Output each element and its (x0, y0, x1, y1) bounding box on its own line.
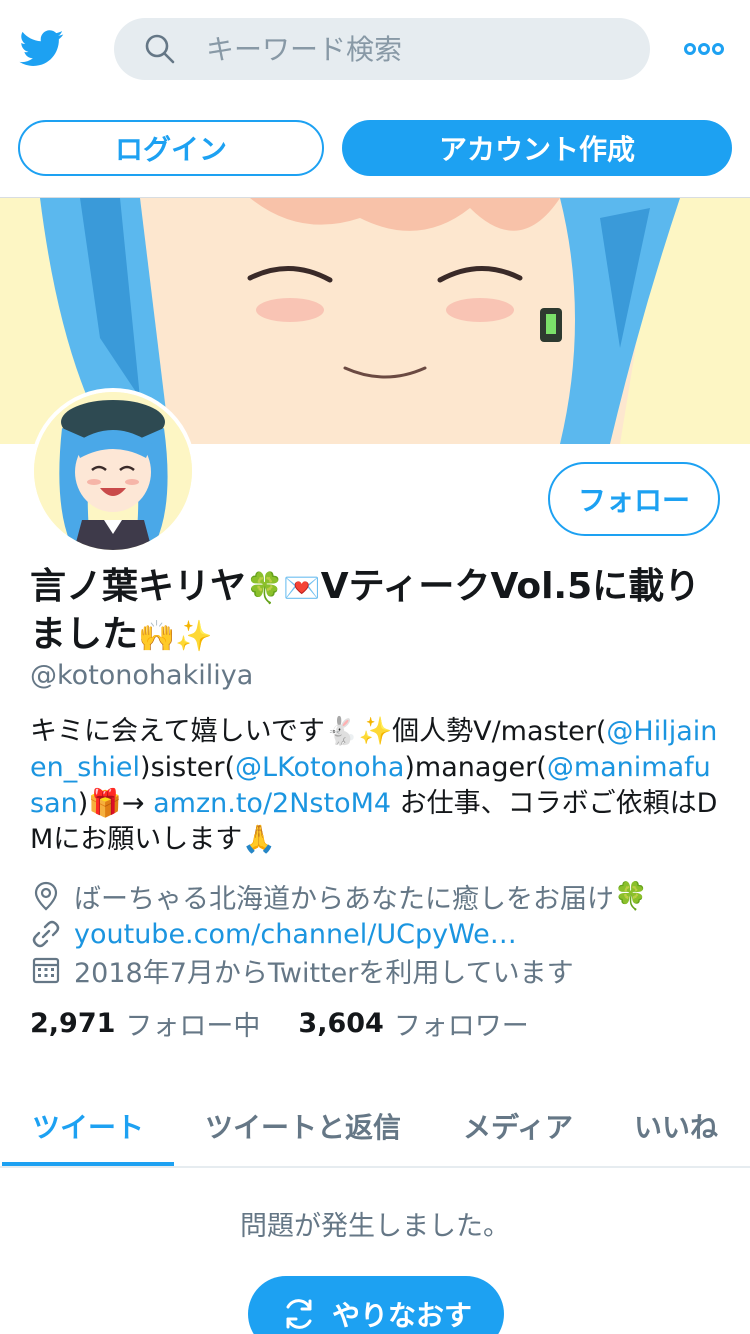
retry-button[interactable]: やりなおす (248, 1276, 504, 1334)
search-input[interactable] (206, 18, 626, 80)
name-text: Vティーク (320, 566, 491, 607)
profile-tabs: ツイート ツイートと返信 メディア いいね (0, 1084, 750, 1168)
url-link[interactable]: amzn.to/2NstoM4 (153, 788, 391, 819)
followers-stat[interactable]: 3,604 フォロワー (298, 1004, 528, 1043)
followers-label: フォロワー (393, 1011, 529, 1042)
name-text: 言ノ葉キリヤ (30, 566, 247, 607)
profile-bio: キミに会えて嬉しいです🐇✨個人勢V/master(@Hiljainen_shie… (30, 714, 720, 858)
following-stat[interactable]: 2,971 フォロー中 (30, 1004, 260, 1043)
tab-likes[interactable]: いいね (620, 1084, 732, 1168)
top-bar (0, 0, 750, 98)
tab-tweets[interactable]: ツイート (2, 1084, 174, 1168)
following-label: フォロー中 (125, 1011, 261, 1042)
follow-button[interactable]: フォロー (548, 462, 720, 536)
location-pin-icon (34, 881, 58, 911)
bio-text: ) (77, 788, 89, 819)
profile-name: 言ノ葉キリヤ🍀💌VティークVol.5に載りました🙌✨ (30, 564, 720, 660)
bio-text: 個人勢V/master( (392, 716, 607, 747)
mention-link[interactable]: @LKotonoha (235, 752, 404, 783)
gift-icon: 🎁 (88, 788, 122, 819)
more-options-icon[interactable] (684, 38, 724, 60)
bio-text: キミに会えて嬉しいです (30, 716, 325, 747)
link-icon (32, 920, 60, 948)
twitter-bird-logo-icon[interactable] (18, 26, 66, 70)
login-button[interactable]: ログイン (18, 120, 324, 176)
tab-media[interactable]: メディア (440, 1084, 596, 1168)
bio-text: )manager( (404, 752, 547, 783)
active-tab-indicator (2, 1162, 174, 1166)
profile-stats: 2,971 フォロー中 3,604 フォロワー (30, 1004, 567, 1043)
tab-tweets-and-replies[interactable]: ツイートと返信 (190, 1084, 416, 1168)
bio-text: )sister( (140, 752, 236, 783)
avatar[interactable] (30, 388, 196, 554)
sparkles-icon: ✨ (175, 619, 213, 654)
love-letter-icon: 💌 (283, 571, 321, 606)
bio-text: → (121, 788, 154, 819)
auth-bar: ログイン アカウント作成 (0, 98, 750, 198)
following-count: 2,971 (30, 1008, 116, 1039)
calendar-icon (32, 957, 60, 984)
location-text: ばーちゃる北海道からあなたに癒しをお届け (74, 883, 614, 915)
four-leaf-clover-icon: 🍀 (246, 571, 284, 606)
profile-website: youtube.com/channel/UCpyWe… (30, 916, 720, 952)
raising-hands-icon: 🙌 (138, 619, 176, 654)
profile-joined: 2018年7月からTwitterを利用しています (30, 952, 720, 989)
search-icon (145, 34, 175, 64)
profile-location: ばーちゃる北海道からあなたに癒しをお届け 🍀 (30, 878, 720, 915)
search-box[interactable] (114, 18, 650, 80)
refresh-icon (286, 1299, 312, 1329)
retry-label: やりなおす (331, 1299, 472, 1332)
sparkles-icon: ✨ (358, 716, 393, 747)
profile-handle: @kotonohakiliya (30, 660, 254, 691)
signup-button[interactable]: アカウント作成 (342, 120, 732, 176)
followers-count: 3,604 (298, 1008, 384, 1039)
error-message: 問題が発生しました。 (240, 1211, 510, 1242)
website-link[interactable]: youtube.com/channel/UCpyWe… (74, 919, 517, 950)
rabbit-icon: 🐇 (324, 716, 359, 747)
joined-text: 2018年7月からTwitterを利用しています (74, 957, 574, 989)
four-leaf-clover-icon: 🍀 (614, 881, 648, 912)
folded-hands-icon: 🙏 (242, 824, 276, 855)
avatar-illustration (34, 392, 192, 550)
